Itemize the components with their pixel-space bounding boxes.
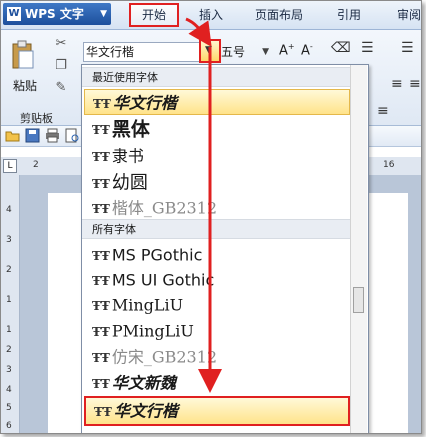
wps-window: W WPS 文字 ▼ 开始 插入 页面布局 引用 审阅 粘贴 ✂ ❐ ✎ 剪贴板 … bbox=[0, 0, 422, 434]
annotation-arrows bbox=[185, 17, 222, 393]
